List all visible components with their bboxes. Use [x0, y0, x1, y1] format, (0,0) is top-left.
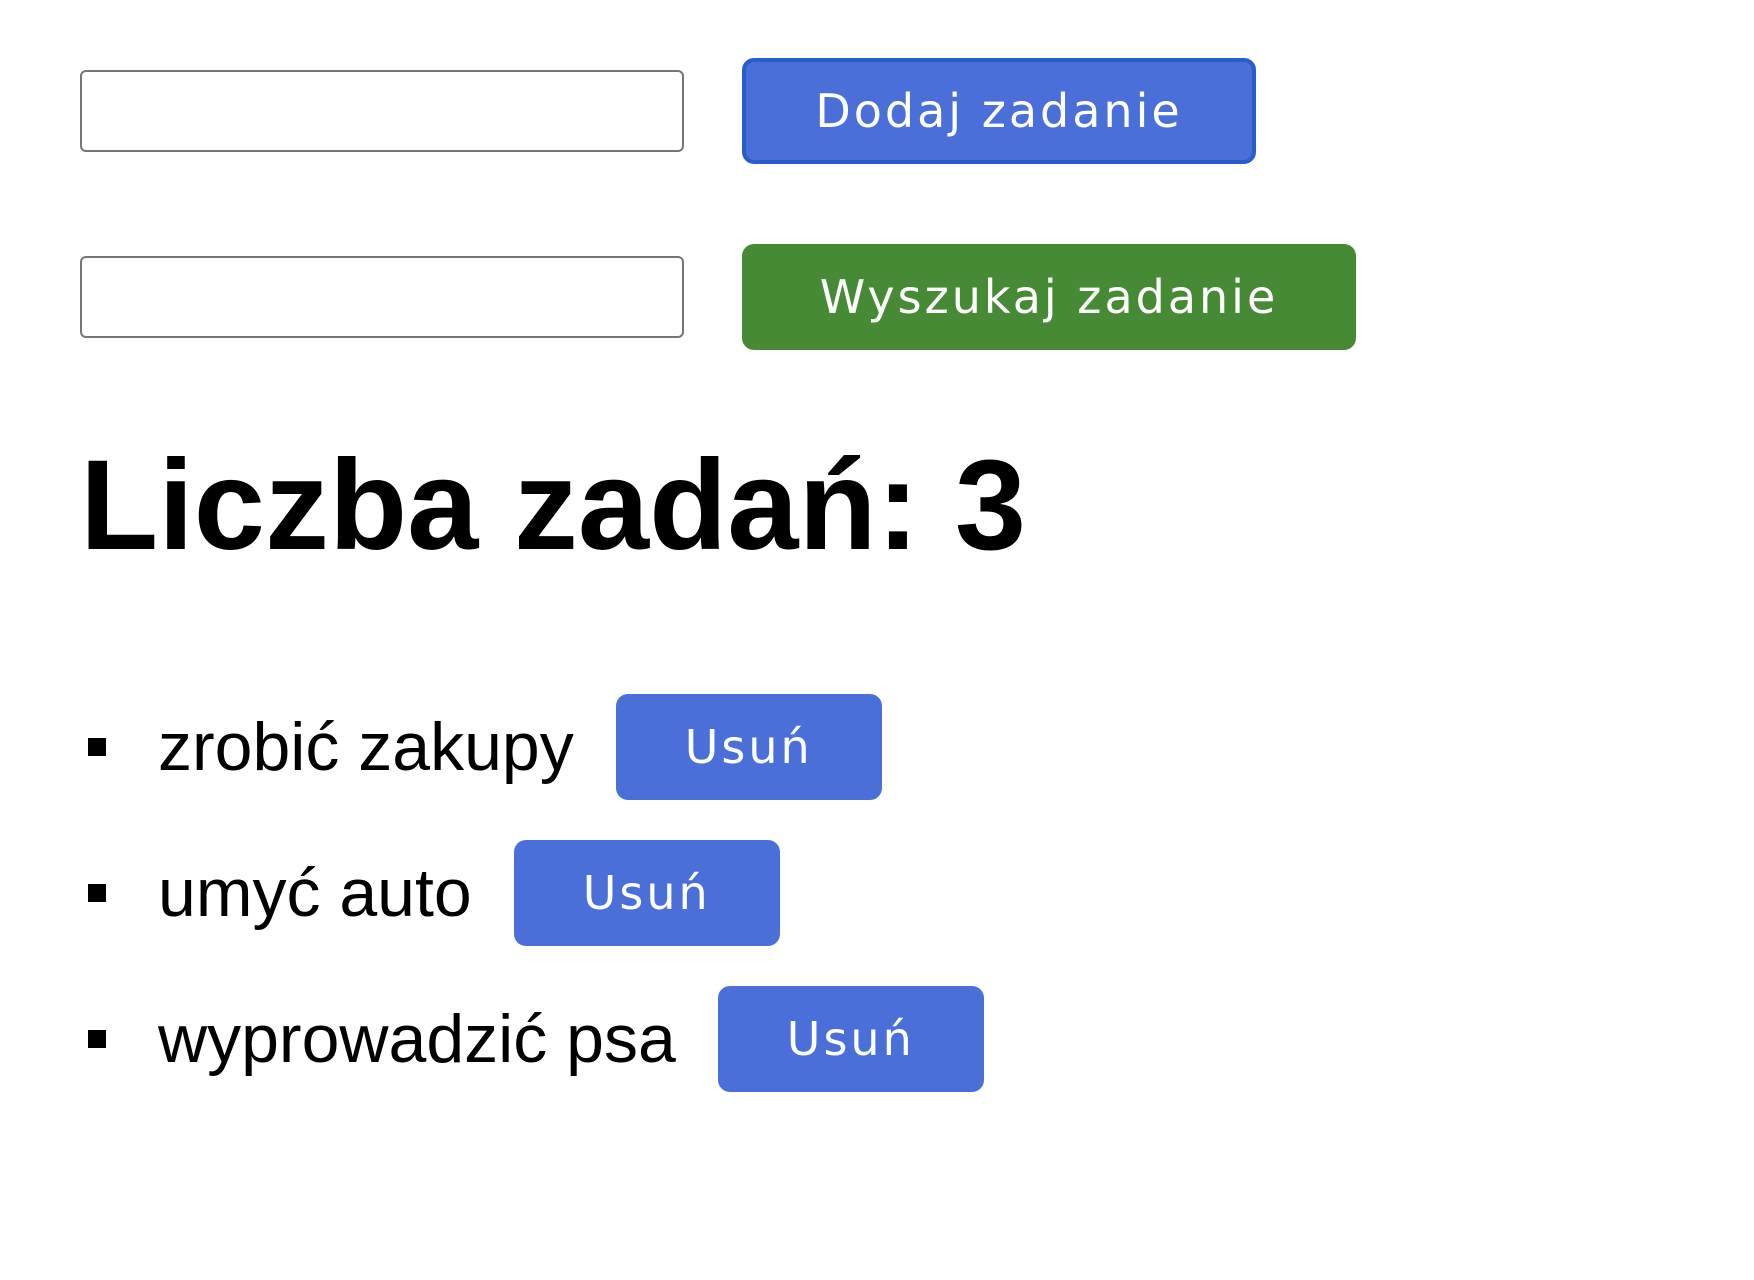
delete-task-button[interactable]: Usuń	[717, 986, 984, 1092]
task-text: zrobić zakupy	[158, 709, 574, 785]
task-counter-value: 3	[954, 434, 1026, 577]
search-task-input[interactable]	[80, 256, 684, 338]
task-counter: Liczba zadań: 3	[80, 432, 1026, 580]
bullet-square-icon	[88, 738, 106, 756]
task-item: wyprowadzić psa Usuń	[88, 986, 984, 1092]
task-text: umyć auto	[158, 855, 472, 931]
task-list: zrobić zakupy Usuń umyć auto Usuń wyprow…	[88, 694, 984, 1132]
task-text: wyprowadzić psa	[158, 1001, 676, 1077]
delete-task-button[interactable]: Usuń	[513, 840, 780, 946]
add-task-input[interactable]	[80, 70, 684, 152]
delete-task-button[interactable]: Usuń	[615, 694, 882, 800]
task-item: umyć auto Usuń	[88, 840, 984, 946]
task-counter-label: Liczba zadań:	[80, 434, 920, 577]
bullet-square-icon	[88, 884, 106, 902]
task-item: zrobić zakupy Usuń	[88, 694, 984, 800]
add-task-form: Dodaj zadanie	[80, 58, 1256, 164]
search-task-form: Wyszukaj zadanie	[80, 244, 1356, 350]
search-task-button[interactable]: Wyszukaj zadanie	[742, 244, 1356, 350]
todo-page: Dodaj zadanie Wyszukaj zadanie Liczba za…	[0, 0, 1754, 1280]
bullet-square-icon	[88, 1030, 106, 1048]
add-task-button[interactable]: Dodaj zadanie	[742, 58, 1256, 164]
